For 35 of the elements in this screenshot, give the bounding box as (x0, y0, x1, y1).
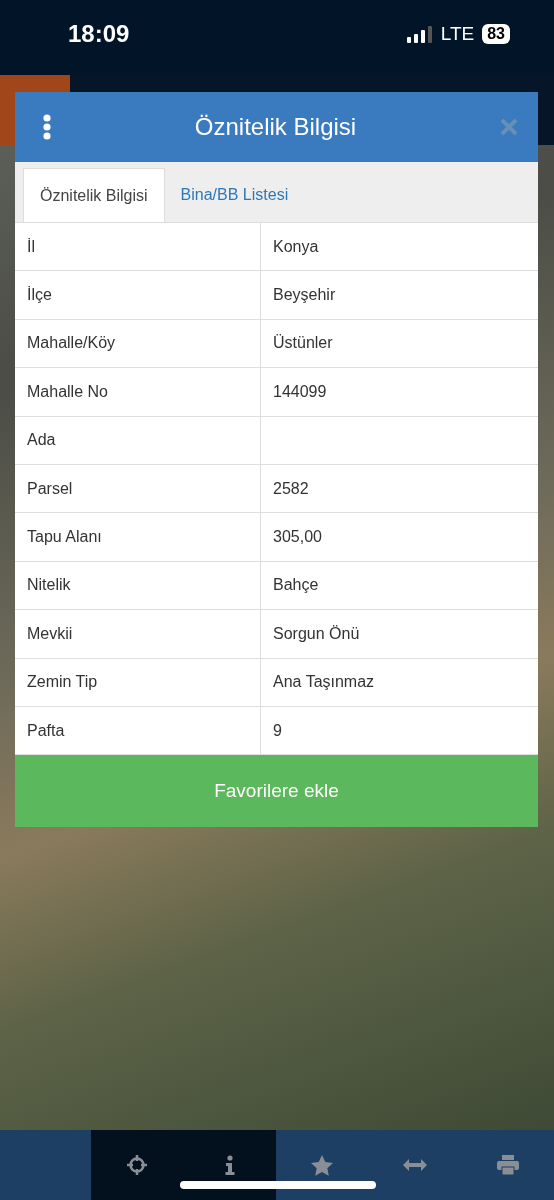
attribute-label-cell: Mahalle/Köy (15, 319, 261, 368)
add-favorites-button[interactable]: Favorilere ekle (15, 755, 538, 828)
star-icon (311, 1154, 334, 1176)
attribute-value-cell-text: 2582 (272, 478, 310, 499)
attribute-label-cell: İl (15, 223, 261, 271)
clock-time: 18:09 (68, 19, 130, 48)
info-icon (223, 1155, 236, 1175)
attribute-value-cell-text: Üstünler (272, 333, 334, 354)
attribute-label-cell: Ada (15, 416, 261, 464)
attribute-value-cell-text: 9 (272, 720, 283, 741)
attribute-value-cell-text: Sorgun Önü (272, 623, 361, 644)
attribute-value-cell-text: Beyşehir (272, 285, 337, 306)
attribute-label-cell: Mahalle No (15, 368, 261, 416)
attribute-label-cell: Zemin Tip (15, 658, 261, 706)
tab[interactable]: Bina/BB Listesi (164, 168, 305, 222)
attribute-label-cell: Tapu Alanı (15, 513, 261, 561)
attribute-value-cell-text: 144099 (272, 381, 328, 402)
printer-icon (496, 1155, 519, 1175)
attribute-label-cell: Nitelik (15, 561, 261, 610)
attribute-label-cell: Parsel (15, 464, 261, 513)
kebab-menu-icon[interactable] (43, 114, 51, 140)
attribute-label-cell: Mevkii (15, 610, 261, 658)
signal-icon (406, 24, 433, 43)
network-type: LTE (440, 22, 475, 45)
battery-level: 83 (482, 23, 510, 44)
dialog-title: Öznitelik Bilgisi (194, 113, 357, 141)
attribute-value-cell-text: Bahçe (272, 575, 320, 596)
crosshair-icon (126, 1154, 149, 1176)
attribute-value-cell-text: Konya (272, 236, 320, 257)
tab[interactable]: Öznitelik Bilgisi (23, 168, 165, 222)
attribute-value-cell-text: Ana Taşınmaz (272, 672, 376, 693)
attribute-label-cell: İlçe (15, 271, 261, 319)
attribute-label-cell: Pafta (15, 706, 261, 755)
double-arrow-icon (403, 1159, 428, 1171)
attribute-value-cell-text: 305,00 (272, 527, 323, 548)
